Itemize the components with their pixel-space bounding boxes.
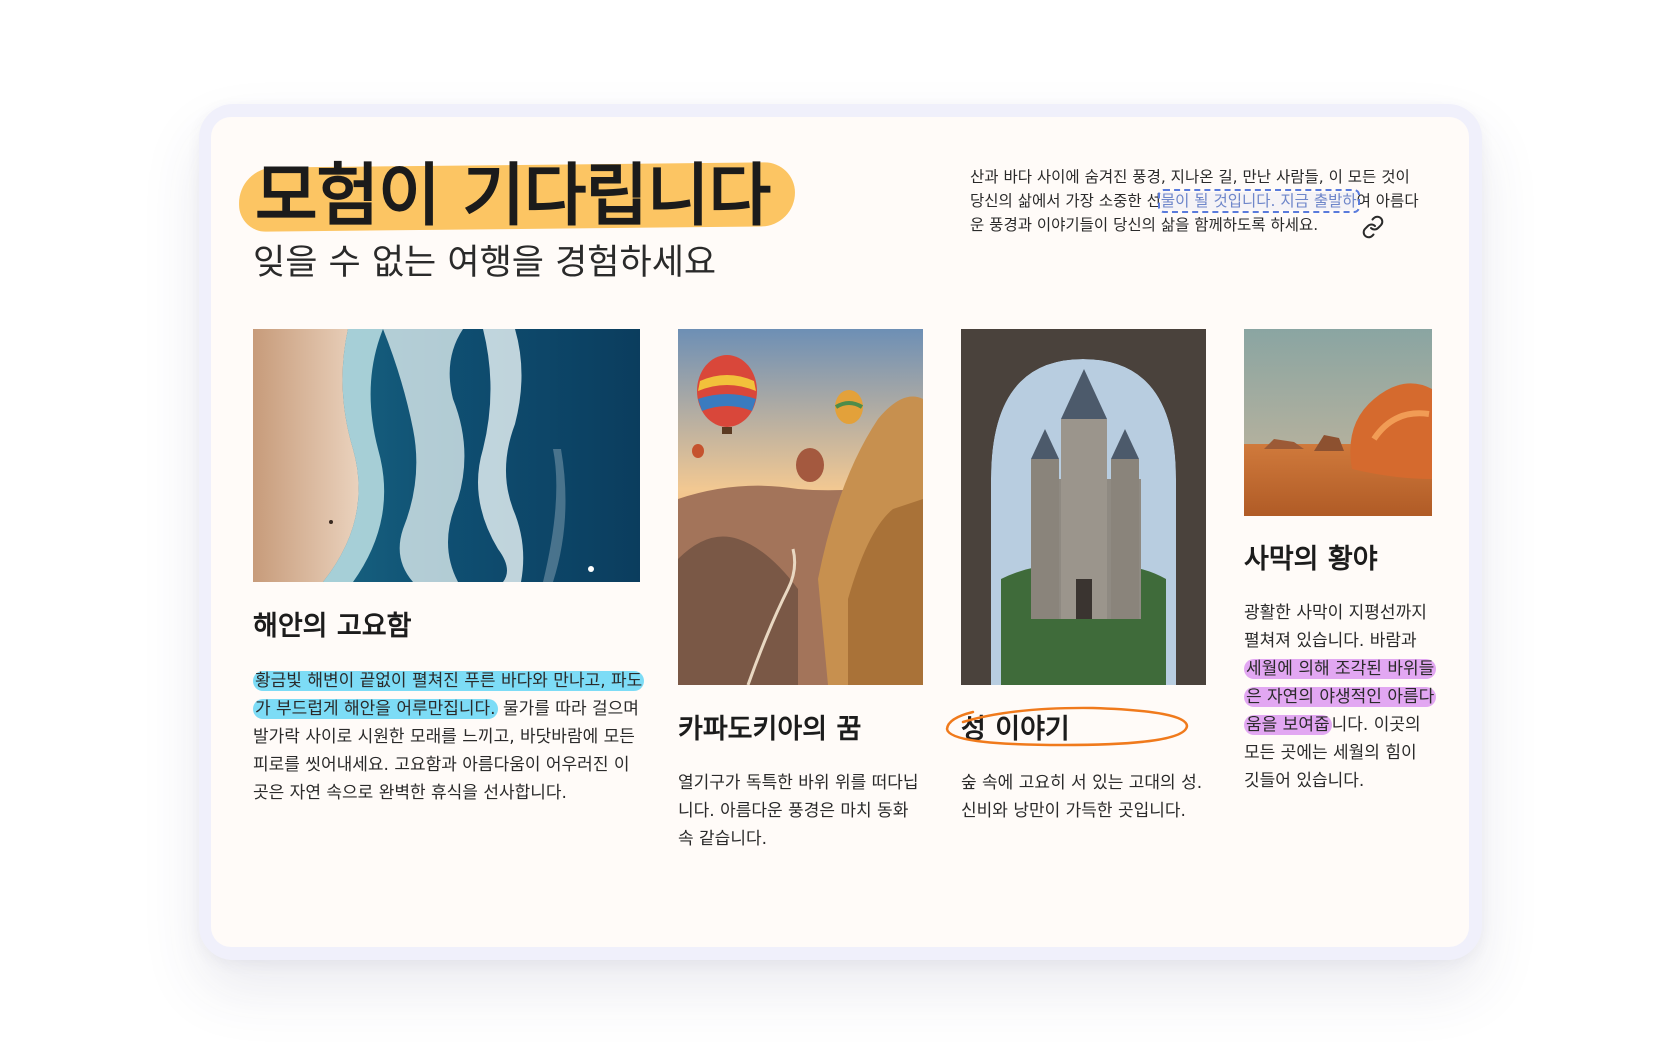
card-desert-text[interactable]: 광활한 사막이 지평선까지 펼쳐져 있습니다. 바람과 세월에 의해 조각된 바… (1244, 599, 1437, 795)
card-castle-title[interactable]: 성 이야기 (961, 707, 1070, 746)
link-icon[interactable] (1361, 215, 1385, 239)
card-cappadocia-title[interactable]: 카파도키아의 꿈 (678, 707, 861, 746)
card-cappadocia-text[interactable]: 열기구가 독특한 바위 위를 떠다닙니다. 아름다운 풍경은 마치 동화 속 같… (678, 769, 923, 853)
card-castle[interactable]: 성 이야기 숲 속에 고요히 서 있는 고대의 성. 신비와 낭만이 가득한 곳… (945, 329, 1211, 849)
beach-image (253, 329, 640, 582)
card-cappadocia[interactable]: 카파도키아의 꿈 열기구가 독특한 바위 위를 떠다닙니다. 아름다운 풍경은 … (678, 329, 928, 849)
card-desert[interactable]: 사막의 황야 광활한 사막이 지평선까지 펼쳐져 있습니다. 바람과 세월에 의… (1244, 329, 1444, 799)
desert-image (1244, 329, 1432, 516)
castle-image (961, 329, 1206, 685)
desert-text-before: 광활한 사막이 지평선까지 펼쳐져 있습니다. 바람과 (1244, 603, 1427, 651)
card-beach-title[interactable]: 해안의 고요함 (253, 604, 411, 643)
intro-paragraph[interactable]: 산과 바다 사이에 숨겨진 풍경, 지나온 길, 만난 사람들, 이 모든 것이… (970, 165, 1420, 237)
selected-text[interactable]: 물이 될 것입니다. 지금 출발하 (1157, 189, 1360, 213)
card-castle-text[interactable]: 숲 속에 고요히 서 있는 고대의 성. 신비와 낭만이 가득한 곳입니다. (961, 769, 1206, 825)
card-beach[interactable]: 해안의 고요함 황금빛 해변이 끝없이 펼쳐진 푸른 바다와 만나고, 파도가 … (253, 329, 653, 829)
title-block: 모험이 기다립니다 (238, 149, 796, 245)
page-title[interactable]: 모험이 기다립니다 (241, 149, 771, 245)
cappadocia-image (678, 329, 923, 685)
page-subtitle[interactable]: 잊을 수 없는 여행을 경험하세요 (253, 241, 716, 285)
card-desert-title[interactable]: 사막의 황야 (1244, 537, 1378, 576)
slide-canvas: 모험이 기다립니다 잊을 수 없는 여행을 경험하세요 산과 바다 사이에 숨겨… (211, 117, 1469, 947)
card-beach-text[interactable]: 황금빛 해변이 끝없이 펼쳐진 푸른 바다와 만나고, 파도가 부드럽게 해안을… (253, 667, 645, 807)
